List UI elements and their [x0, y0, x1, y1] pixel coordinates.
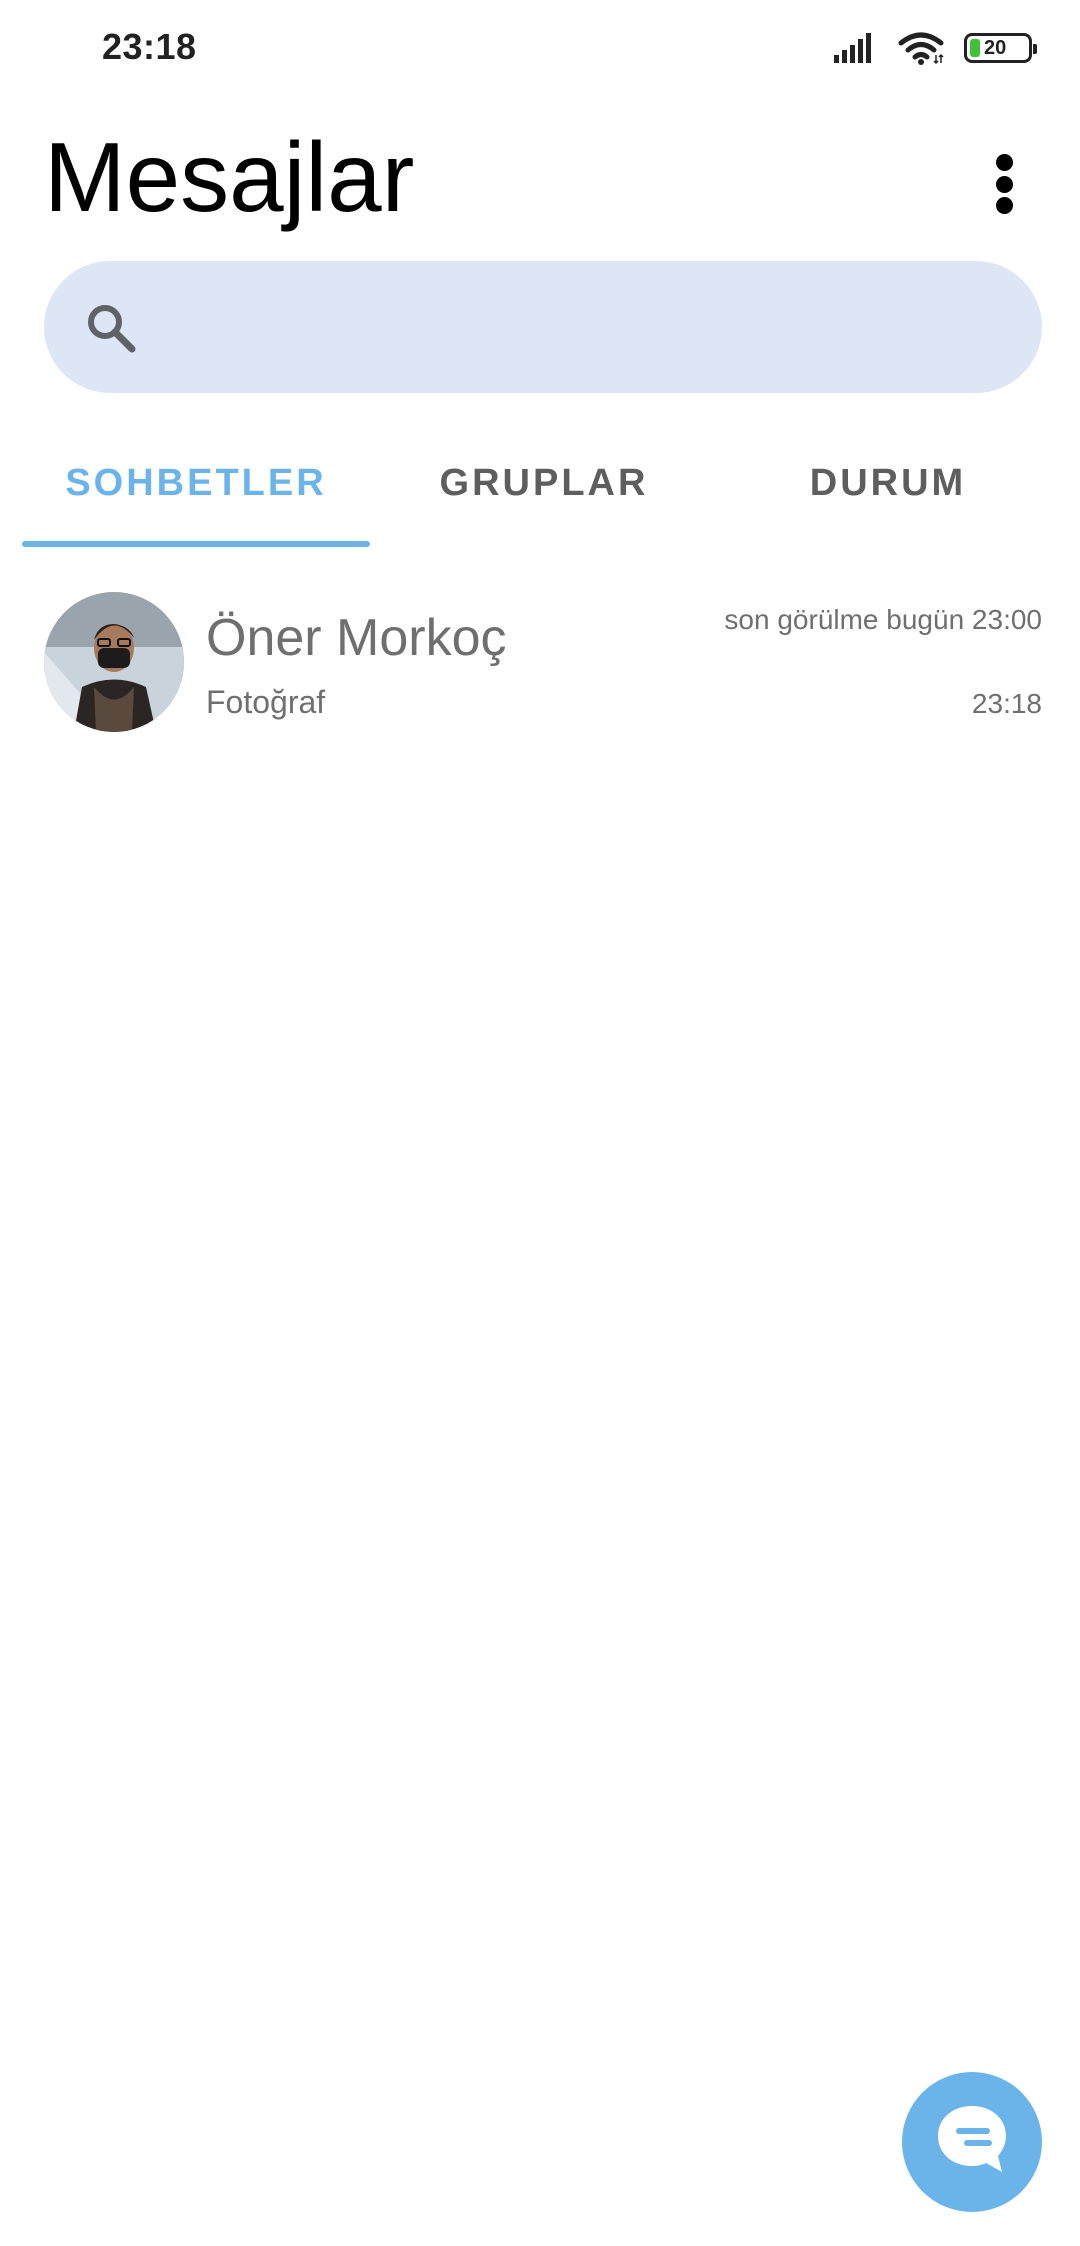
- tab-bar: SOHBETLER GRUPLAR DURUM: [22, 440, 1058, 550]
- search-input[interactable]: [164, 261, 1008, 395]
- wifi-icon: [898, 31, 944, 65]
- more-vertical-icon-dot: [995, 197, 1013, 214]
- chat-list-item[interactable]: Öner Morkoç son görülme bugün 23:00 Foto…: [0, 580, 1080, 740]
- chat-message-preview: Fotoğraf: [206, 684, 326, 720]
- new-message-button[interactable]: [902, 2072, 1042, 2212]
- tab-gruplar[interactable]: GRUPLAR: [370, 440, 718, 550]
- more-vertical-icon: [995, 154, 1013, 171]
- chat-contact-name: Öner Morkoç: [206, 609, 507, 667]
- tab-durum[interactable]: DURUM: [718, 440, 1058, 550]
- status-bar: 23:18 20: [0, 0, 1080, 96]
- tab-sohbetler[interactable]: SOHBETLER: [22, 440, 370, 550]
- tab-indicator: [22, 541, 370, 547]
- more-options-button[interactable]: [972, 146, 1036, 222]
- battery-icon: 20: [964, 33, 1037, 63]
- search-icon: [84, 301, 138, 360]
- chat-timestamp: 23:18: [971, 688, 1042, 719]
- signal-icon: [834, 33, 878, 63]
- battery-level: 20: [984, 37, 1007, 59]
- new-message-icon: [930, 2098, 1014, 2187]
- page-title: Mesajlar: [44, 122, 415, 232]
- chat-last-seen: son görülme bugün 23:00: [724, 604, 1042, 635]
- battery-fill: [970, 39, 980, 57]
- status-icons: 20: [834, 28, 1037, 68]
- avatar[interactable]: [44, 592, 184, 732]
- more-vertical-icon-dot: [995, 175, 1013, 193]
- status-time: 23:18: [102, 26, 197, 67]
- search-bar[interactable]: [44, 261, 1042, 395]
